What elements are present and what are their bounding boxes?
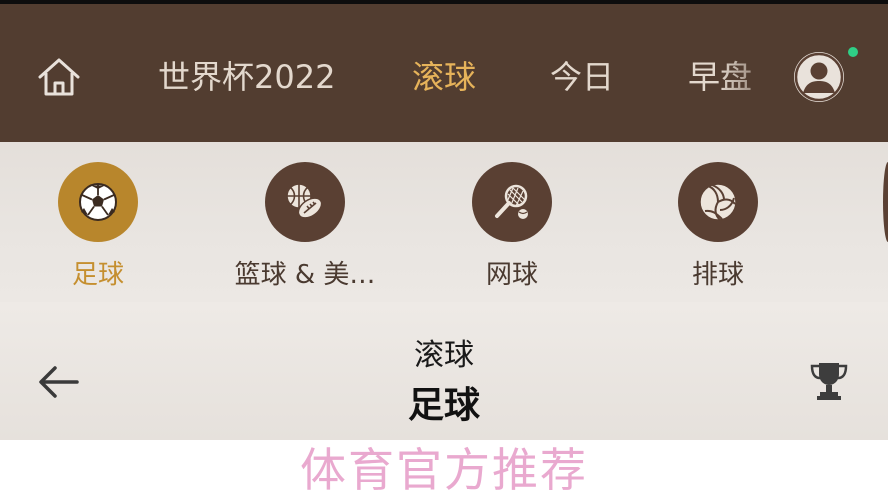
sport-item-basketball[interactable]: 篮球 & 美… <box>215 162 395 292</box>
next-sport-peek[interactable] <box>883 162 888 242</box>
sport-label: 网球 <box>485 260 538 290</box>
tab-early[interactable]: 早盘 <box>688 54 752 100</box>
basketball-football-icon <box>286 183 323 219</box>
sport-circle <box>472 162 552 242</box>
page-title: 足球 <box>407 385 480 426</box>
sport-label: 篮球 & 美… <box>234 260 376 290</box>
sport-item-soccer[interactable]: 足球 <box>8 162 188 292</box>
sport-circle <box>58 162 138 242</box>
top-navigation-bar: 世界杯2022 滚球 今日 早盘 <box>0 0 888 142</box>
page-header: 滚球 足球 <box>0 302 888 440</box>
page-subtitle: 滚球 <box>414 338 474 373</box>
sport-label: 排球 <box>691 260 744 290</box>
tab-in-play[interactable]: 滚球 <box>412 54 476 100</box>
user-avatar-icon <box>794 52 844 102</box>
trophy-button[interactable] <box>804 358 854 404</box>
user-avatar-button[interactable] <box>794 52 844 102</box>
sport-circle <box>265 162 345 242</box>
home-icon <box>38 58 80 96</box>
volleyball-icon <box>699 183 737 221</box>
sport-category-bar: 足球 篮球 & 美… 网球 排球 <box>0 142 888 302</box>
online-status-dot <box>848 47 858 57</box>
tab-world-cup[interactable]: 世界杯2022 <box>158 54 335 100</box>
soccer-ball-icon <box>79 183 117 221</box>
sport-circle <box>678 162 758 242</box>
sport-label: 足球 <box>71 260 124 290</box>
home-button[interactable] <box>34 54 84 100</box>
watermark-text: 体育官方推荐 <box>300 443 588 497</box>
tab-today[interactable]: 今日 <box>550 54 614 100</box>
trophy-icon <box>810 363 848 400</box>
sport-item-tennis[interactable]: 网球 <box>422 162 602 292</box>
tennis-icon <box>495 184 528 219</box>
sport-item-volleyball[interactable]: 排球 <box>628 162 808 292</box>
